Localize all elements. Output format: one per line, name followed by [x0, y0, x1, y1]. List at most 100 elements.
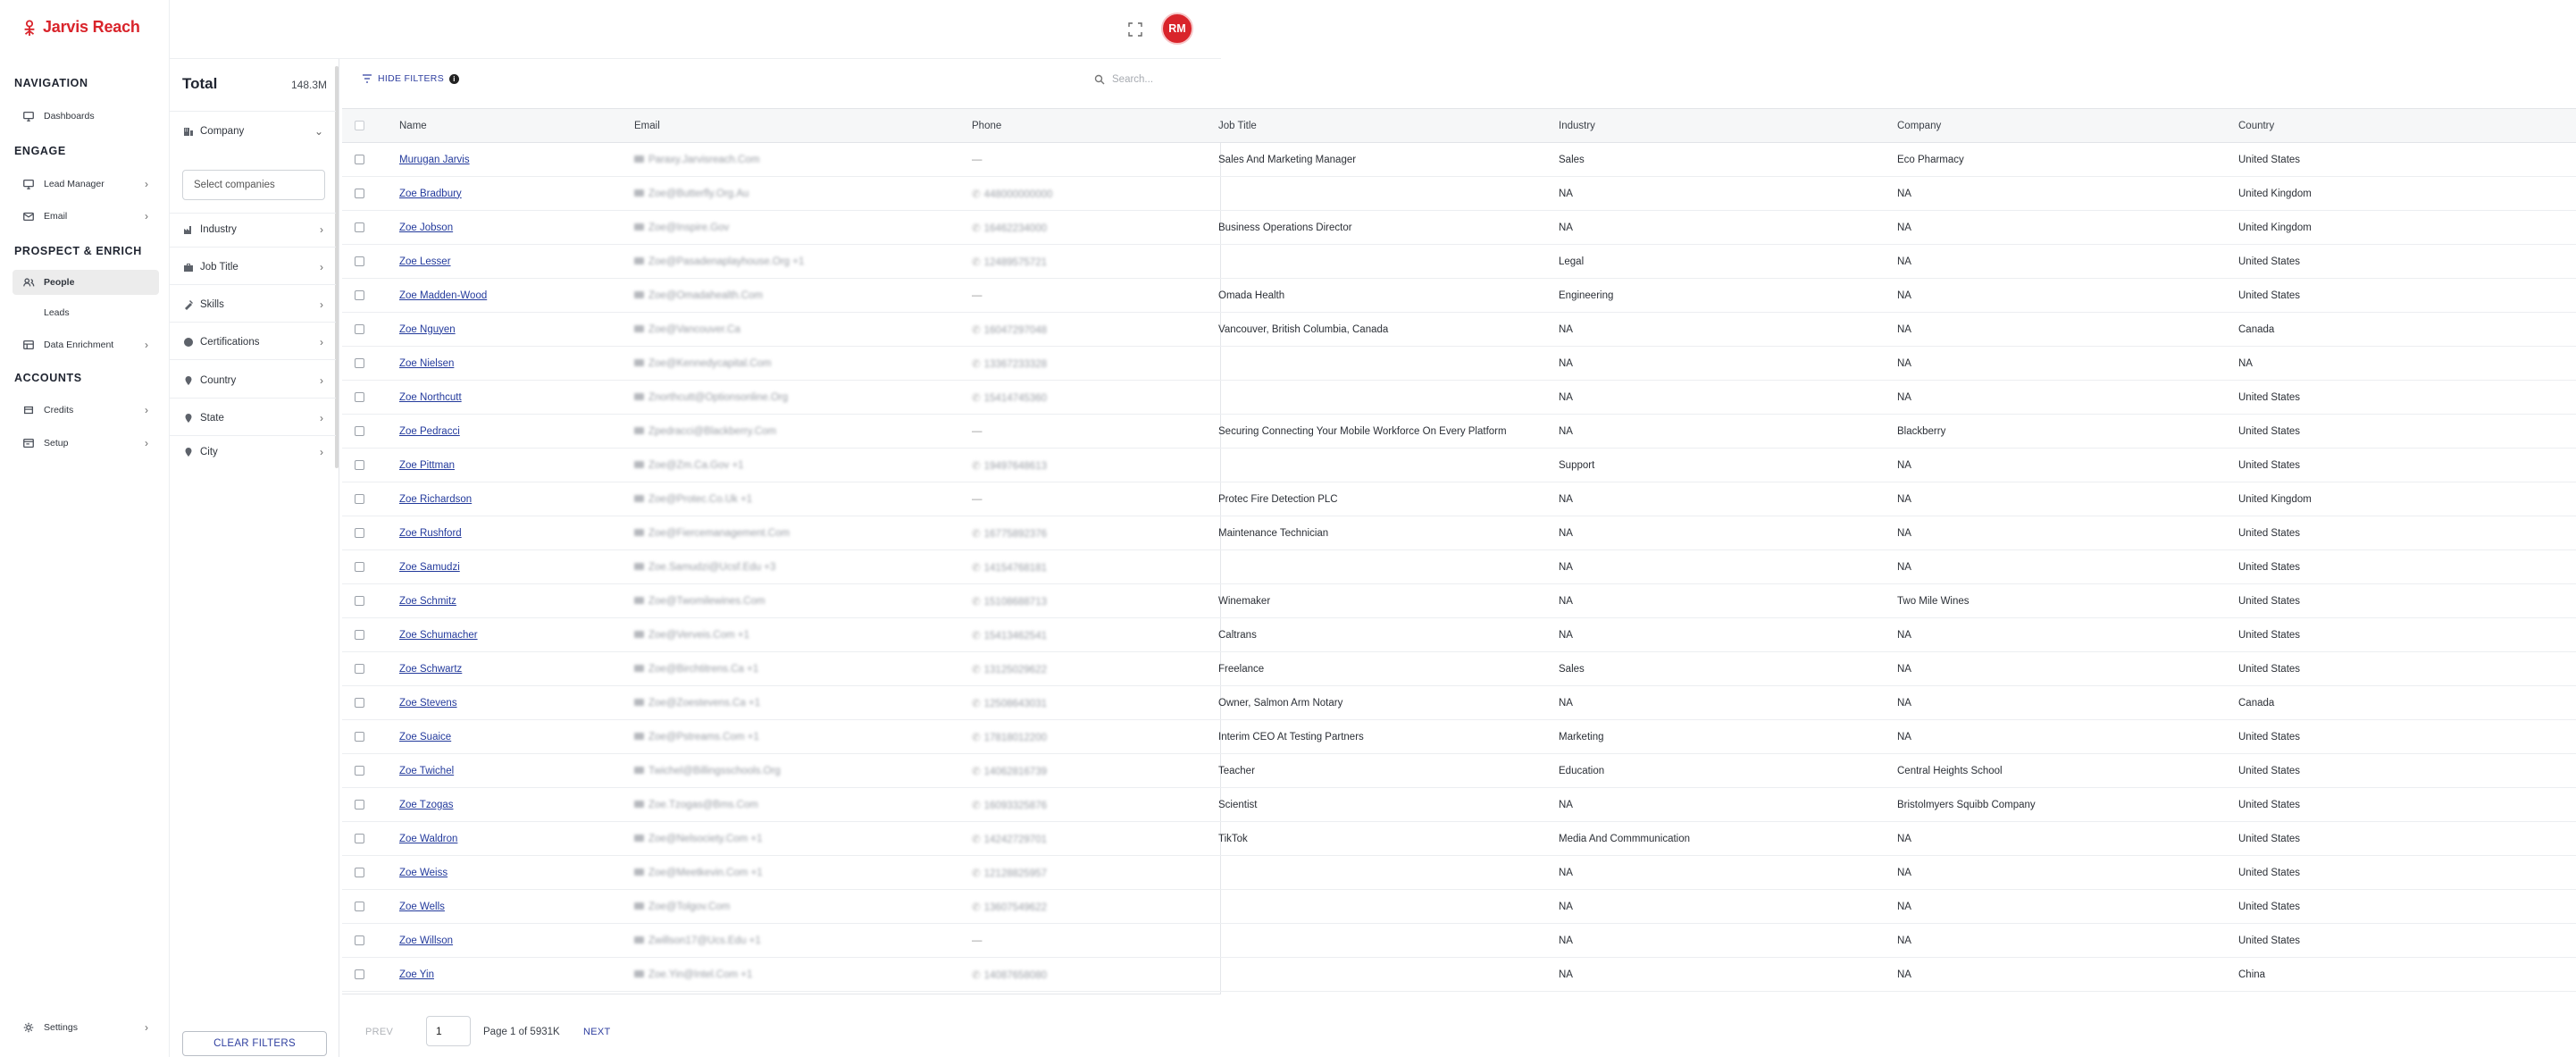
- person-name-link[interactable]: Zoe Weiss: [399, 868, 447, 878]
- row-checkbox[interactable]: [355, 527, 364, 538]
- person-name-link[interactable]: Zoe Nguyen: [399, 324, 456, 335]
- table-row[interactable]: Zoe Jobson Zoe@Inspire.Gov ✆ 16462234000 Bus…: [342, 210, 2576, 245]
- row-checkbox[interactable]: [355, 391, 364, 402]
- select-all-checkbox[interactable]: [355, 120, 364, 130]
- row-checkbox[interactable]: [355, 493, 364, 504]
- column-header-industry[interactable]: Industry: [1555, 108, 1894, 143]
- sidebar-item-email[interactable]: Email ›: [13, 204, 159, 229]
- row-checkbox[interactable]: [355, 459, 364, 470]
- table-row[interactable]: Zoe Stevens Zoe@Zoestevens.Ca +1 ✆ 12508643…: [342, 685, 2576, 720]
- table-row[interactable]: Zoe Waldron Zoe@Nelsociety.Com +1 ✆ 1424272…: [342, 821, 2576, 856]
- person-name-link[interactable]: Zoe Madden-Wood: [399, 290, 487, 301]
- filter-company[interactable]: Company ⌄: [182, 118, 327, 145]
- row-select-cell[interactable]: [342, 516, 396, 550]
- row-checkbox[interactable]: [355, 731, 364, 742]
- table-row[interactable]: Zoe Lesser Zoe@Pasadenaplayhouse.Org +1 ✆ 1…: [342, 244, 2576, 279]
- row-select-cell[interactable]: [342, 142, 396, 177]
- table-row[interactable]: Zoe Schumacher Zoe@Verveis.Com +1 ✆ 1541346…: [342, 617, 2576, 652]
- row-checkbox[interactable]: [355, 425, 364, 436]
- filter-city[interactable]: City ›: [182, 443, 327, 461]
- table-row[interactable]: Zoe Rushford Zoe@Fiercemanagement.Com ✆ 167…: [342, 516, 2576, 550]
- column-header-name[interactable]: Name: [396, 108, 631, 143]
- filters-scrollbar[interactable]: [335, 66, 339, 468]
- next-page-button[interactable]: NEXT: [583, 1027, 611, 1037]
- row-select-cell[interactable]: [342, 821, 396, 856]
- avatar[interactable]: RM: [1161, 13, 1193, 45]
- row-checkbox[interactable]: [355, 799, 364, 810]
- sidebar-item-dashboards[interactable]: Dashboards: [13, 104, 159, 129]
- filter-industry[interactable]: Industry ›: [182, 216, 327, 243]
- company-select-input[interactable]: [182, 170, 325, 200]
- person-name-link[interactable]: Zoe Richardson: [399, 494, 472, 505]
- person-name-link[interactable]: Zoe Yin: [399, 969, 434, 980]
- table-row[interactable]: Zoe Bradbury Zoe@Butterfly.Org.Au ✆ 4480000…: [342, 176, 2576, 211]
- row-select-cell[interactable]: [342, 380, 396, 415]
- table-row[interactable]: Zoe Wells Zoe@Tolgov.Com ✆ 13607549622 NA NA U…: [342, 889, 2576, 924]
- row-checkbox[interactable]: [355, 969, 364, 979]
- row-checkbox[interactable]: [355, 289, 364, 300]
- table-row[interactable]: Zoe Schmitz Zoe@Twomilewines.Com ✆ 15108688…: [342, 583, 2576, 618]
- page-number-input[interactable]: [426, 1016, 471, 1046]
- person-name-link[interactable]: Zoe Lesser: [399, 256, 451, 267]
- row-checkbox[interactable]: [355, 154, 364, 164]
- row-checkbox[interactable]: [355, 595, 364, 606]
- fullscreen-icon[interactable]: [1127, 21, 1143, 38]
- row-checkbox[interactable]: [355, 697, 364, 708]
- column-header-company[interactable]: Company: [1894, 108, 2235, 143]
- sidebar-item-leads[interactable]: Leads: [13, 300, 159, 325]
- row-select-cell[interactable]: [342, 617, 396, 652]
- column-header-email[interactable]: Email: [631, 108, 968, 143]
- person-name-link[interactable]: Zoe Schwartz: [399, 664, 462, 675]
- person-name-link[interactable]: Zoe Stevens: [399, 698, 457, 709]
- row-select-cell[interactable]: [342, 312, 396, 347]
- person-name-link[interactable]: Zoe Bradbury: [399, 189, 462, 199]
- sidebar-item-setup[interactable]: Setup ›: [13, 431, 159, 456]
- table-row[interactable]: Zoe Northcutt Znorthcutt@Optionsonline.Or…: [342, 380, 2576, 415]
- row-select-cell[interactable]: [342, 685, 396, 720]
- row-select-cell[interactable]: [342, 482, 396, 516]
- row-checkbox[interactable]: [355, 867, 364, 877]
- person-name-link[interactable]: Zoe Samudzi: [399, 562, 460, 573]
- clear-filters-button[interactable]: CLEAR FILTERS: [182, 1031, 327, 1056]
- row-select-cell[interactable]: [342, 855, 396, 890]
- row-select-cell[interactable]: [342, 414, 396, 449]
- row-select-cell[interactable]: [342, 957, 396, 992]
- person-name-link[interactable]: Zoe Willson: [399, 935, 453, 946]
- row-select-cell[interactable]: [342, 889, 396, 924]
- row-select-cell[interactable]: [342, 787, 396, 822]
- prev-page-button[interactable]: PREV: [365, 1027, 393, 1037]
- sidebar-item-people[interactable]: People: [13, 270, 159, 295]
- person-name-link[interactable]: Zoe Rushford: [399, 528, 462, 539]
- person-name-link[interactable]: Zoe Suaice: [399, 732, 451, 742]
- person-name-link[interactable]: Zoe Waldron: [399, 834, 457, 844]
- row-select-cell[interactable]: [342, 448, 396, 482]
- table-row[interactable]: Zoe Richardson Zoe@Protec.Co.Uk +1 — Protec…: [342, 482, 2576, 516]
- row-checkbox[interactable]: [355, 256, 364, 266]
- person-name-link[interactable]: Zoe Schumacher: [399, 630, 478, 641]
- filter-state[interactable]: State ›: [182, 405, 327, 432]
- row-select-cell[interactable]: [342, 210, 396, 245]
- sidebar-item-data-enrichment[interactable]: Data Enrichment ›: [13, 332, 159, 357]
- table-row[interactable]: Zoe Suaice Zoe@Pstreams.Com +1 ✆ 1781801220…: [342, 719, 2576, 754]
- row-checkbox[interactable]: [355, 935, 364, 945]
- row-checkbox[interactable]: [355, 561, 364, 572]
- table-row[interactable]: Zoe Yin Zoe.Yin@Intel.Com +1 ✆ 14087658080 N…: [342, 957, 2576, 992]
- filter-job-title[interactable]: Job Title ›: [182, 254, 327, 281]
- filter-skills[interactable]: Skills ›: [182, 291, 327, 318]
- row-checkbox[interactable]: [355, 357, 364, 368]
- person-name-link[interactable]: Zoe Jobson: [399, 222, 453, 233]
- row-checkbox[interactable]: [355, 323, 364, 334]
- row-checkbox[interactable]: [355, 629, 364, 640]
- row-checkbox[interactable]: [355, 188, 364, 198]
- table-row[interactable]: Zoe Pittman Zoe@Zm.Ca.Gov +1 ✆ 19497648613 S…: [342, 448, 2576, 482]
- row-select-cell[interactable]: [342, 719, 396, 754]
- row-select-cell[interactable]: [342, 278, 396, 313]
- table-row[interactable]: Zoe Schwartz Zoe@Birchtitrens.Ca +1 ✆ 13125…: [342, 651, 2576, 686]
- row-select-cell[interactable]: [342, 923, 396, 958]
- person-name-link[interactable]: Zoe Pittman: [399, 460, 455, 471]
- filter-certifications[interactable]: Certifications ›: [182, 329, 327, 356]
- info-icon[interactable]: i: [449, 73, 459, 84]
- person-name-link[interactable]: Zoe Twichel: [399, 766, 454, 776]
- person-name-link[interactable]: Zoe Wells: [399, 902, 445, 912]
- table-row[interactable]: Zoe Twichel Twichel@Billingsschools.Org ✆ 1…: [342, 753, 2576, 788]
